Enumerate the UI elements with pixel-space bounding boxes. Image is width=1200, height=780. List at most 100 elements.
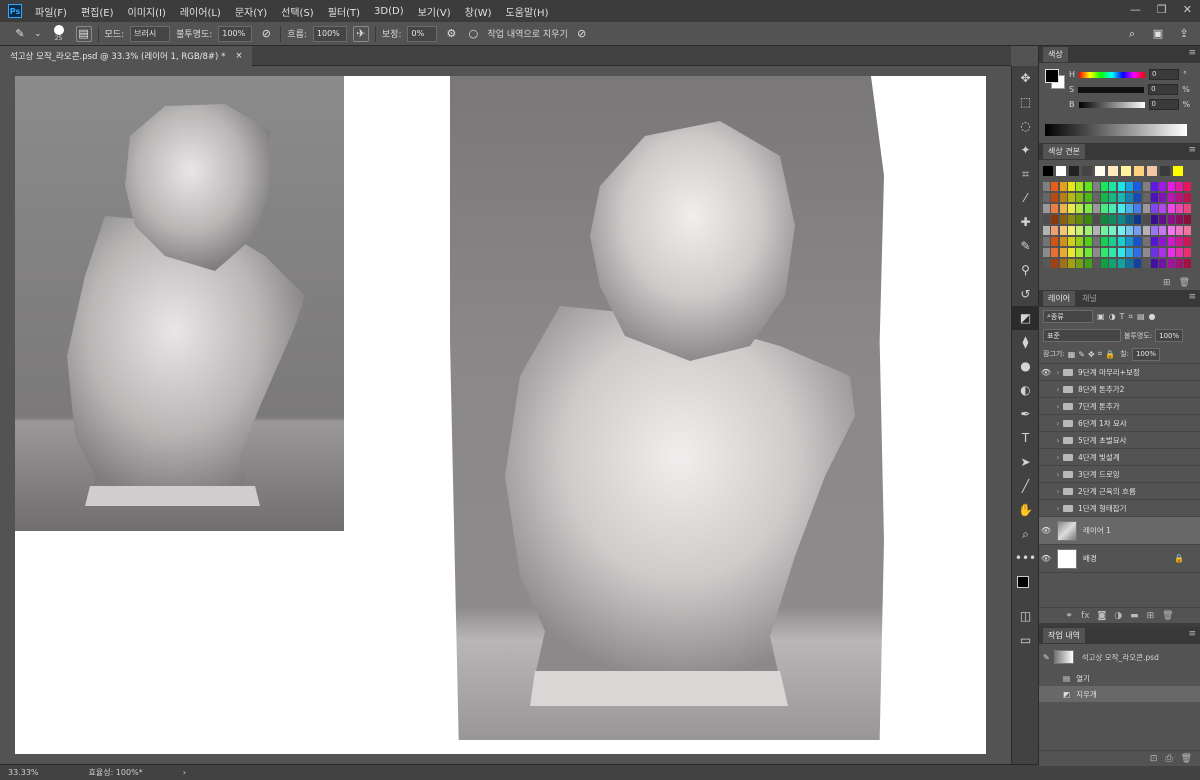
new-document-from-state-icon[interactable]: ⊡ [1150,754,1158,764]
swatch[interactable] [1109,182,1117,191]
swatch[interactable] [1175,248,1183,257]
swatch[interactable] [1150,237,1158,246]
swatch[interactable] [1108,166,1118,176]
swatch[interactable] [1175,193,1183,202]
airbrush-icon[interactable]: ✈ [352,25,369,42]
lock-image-icon[interactable]: ✎ [1078,350,1085,359]
lock-all-icon[interactable]: 🔒 [1105,350,1115,359]
filter-adjust-icon[interactable]: ◑ [1109,312,1116,321]
swatch[interactable] [1076,204,1084,213]
fx-icon[interactable]: fx [1081,611,1090,621]
swatch[interactable] [1043,204,1050,213]
swatch[interactable] [1051,226,1059,235]
swatch[interactable] [1059,193,1067,202]
swatch[interactable] [1117,204,1125,213]
menu-layer[interactable]: 레이어(L) [173,4,228,19]
swatch[interactable] [1043,193,1050,202]
swatch[interactable] [1126,204,1133,213]
new-layer-icon[interactable]: ⊞ [1147,611,1155,621]
swatch[interactable] [1109,193,1117,202]
brightness-value[interactable]: 0 [1148,99,1179,110]
eye-icon[interactable]: 👁 [1039,368,1053,377]
pressure-opacity-icon[interactable]: ⊘ [258,26,274,42]
swatch[interactable] [1059,204,1067,213]
layers-tab[interactable]: 레이어 [1043,291,1076,306]
new-swatch-icon[interactable]: ⊞ [1163,278,1171,288]
swatch[interactable] [1167,259,1175,268]
swatch[interactable] [1142,215,1150,224]
lock-transparent-icon[interactable]: ▦ [1068,350,1076,359]
filter-pixel-icon[interactable]: ▣ [1097,312,1105,321]
layer-filter-select[interactable]: ⌕ 종류 [1043,310,1093,323]
trash-icon[interactable]: 🗑 [1162,611,1173,621]
layer-group-row[interactable]: › 2단계 근육의 흐름 [1039,483,1200,500]
swatch[interactable] [1175,237,1183,246]
adjustment-layer-icon[interactable]: ◑ [1114,611,1122,621]
background-layer-row[interactable]: 👁 배경 🔒 [1039,545,1200,573]
link-layers-icon[interactable]: ⚭ [1065,611,1073,621]
swatch[interactable] [1101,182,1109,191]
swatch[interactable] [1117,215,1125,224]
swatch[interactable] [1101,237,1109,246]
fill-input[interactable]: 100% [1131,347,1160,361]
document-tab[interactable]: 석고상 모작_라오콘.psd @ 33.3% (레이어 1, RGB/8#) *… [0,46,253,66]
swatch[interactable] [1076,237,1084,246]
chevron-right-icon[interactable]: › [1053,453,1063,462]
swatch[interactable] [1084,226,1092,235]
brightness-slider[interactable] [1078,101,1145,108]
document-canvas[interactable] [15,76,986,754]
history-panel-tab[interactable]: 작업 내역 [1043,628,1085,643]
swatch[interactable] [1095,166,1105,176]
swatch[interactable] [1142,226,1150,235]
clone-stamp-tool-icon[interactable]: ⚲ [1012,258,1039,282]
hue-value[interactable]: 0 [1149,69,1180,80]
swatch[interactable] [1134,166,1144,176]
swatch[interactable] [1101,193,1109,202]
swatch[interactable] [1167,226,1175,235]
swatch[interactable] [1126,226,1133,235]
swatch[interactable] [1043,215,1050,224]
menu-view[interactable]: 보기(V) [411,4,458,19]
trash-icon[interactable]: 🗑 [1179,278,1190,288]
marquee-tool-icon[interactable]: ⬚ [1012,90,1039,114]
swatch[interactable] [1076,215,1084,224]
swatch[interactable] [1159,182,1167,191]
swatch[interactable] [1150,226,1158,235]
menu-3d[interactable]: 3D(D) [367,6,411,17]
color-swatches-icon[interactable] [1012,570,1039,604]
eraser-tool-preset-icon[interactable]: ✎ [12,26,28,42]
panel-menu-icon[interactable]: ≡ [1188,629,1196,639]
swatch[interactable] [1092,193,1100,202]
saturation-value[interactable]: 0 [1148,84,1179,95]
chevron-down-icon[interactable]: ⌄ [34,29,42,39]
hand-tool-icon[interactable]: ✋ [1012,498,1039,522]
swatch[interactable] [1175,226,1183,235]
swatch[interactable] [1092,204,1100,213]
swatch[interactable] [1126,248,1133,257]
history-brush-source-icon[interactable]: ✎ [1043,653,1050,662]
swatch[interactable] [1184,204,1192,213]
swatch[interactable] [1117,237,1125,246]
swatch[interactable] [1084,237,1092,246]
swatch[interactable] [1109,237,1117,246]
swatch[interactable] [1051,193,1059,202]
swatch[interactable] [1167,215,1175,224]
swatch[interactable] [1150,182,1158,191]
filter-toggle-icon[interactable]: ● [1149,312,1156,321]
foreground-color-chip[interactable] [1045,69,1059,83]
smoothing-input[interactable]: 0% [407,25,438,42]
lock-position-icon[interactable]: ✥ [1088,350,1095,359]
chevron-right-icon[interactable]: › [1053,487,1063,496]
layer-group-row[interactable]: › 1단계 형태잡기 [1039,500,1200,517]
swatch[interactable] [1150,215,1158,224]
swatch[interactable] [1092,182,1100,191]
swatch[interactable] [1101,226,1109,235]
eye-icon[interactable]: 👁 [1039,526,1053,535]
swatch[interactable] [1175,259,1183,268]
layer-group-row[interactable]: › 8단계 톤추가2 [1039,381,1200,398]
foreground-color-swatch[interactable] [1017,576,1029,588]
erase-history-checkbox[interactable]: ○ [465,26,481,42]
mode-select[interactable]: 브러시 [130,25,171,42]
swatch[interactable] [1084,259,1092,268]
chevron-right-icon[interactable]: › [1053,385,1063,394]
